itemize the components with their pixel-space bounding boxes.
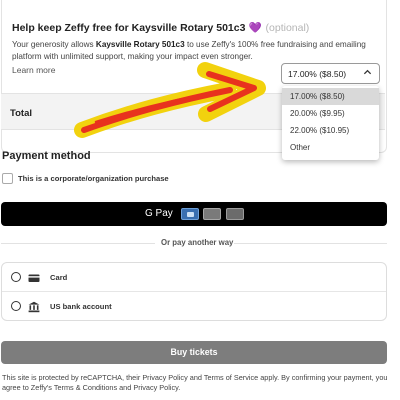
pay-another-way-divider: Or pay another way bbox=[0, 236, 387, 250]
gpay-label: G Pay bbox=[145, 208, 173, 219]
card-label: Card bbox=[50, 273, 68, 282]
buy-tickets-label: Buy tickets bbox=[170, 347, 218, 357]
card-radio[interactable] bbox=[11, 272, 21, 282]
total-label: Total bbox=[10, 108, 32, 119]
buy-tickets-button[interactable]: Buy tickets bbox=[1, 341, 387, 364]
corporate-checkbox[interactable] bbox=[2, 173, 13, 184]
zeffy-privacy-policy-link[interactable]: Privacy Policy bbox=[133, 383, 178, 392]
payment-options: Card US bank account bbox=[1, 262, 387, 321]
learn-more-link[interactable]: Learn more bbox=[12, 65, 55, 75]
legal-text-part: and bbox=[117, 383, 134, 392]
divider-line bbox=[1, 243, 155, 244]
divider-line bbox=[234, 243, 387, 244]
privacy-policy-link[interactable]: Privacy Policy bbox=[142, 373, 187, 382]
tip-option[interactable]: 22.00% ($10.95) bbox=[282, 122, 379, 139]
bank-icon bbox=[28, 300, 40, 313]
bank-radio[interactable] bbox=[11, 301, 21, 311]
payment-method-heading: Payment method bbox=[2, 150, 91, 162]
google-pay-button[interactable]: G Pay bbox=[1, 202, 387, 226]
chevron-up-icon bbox=[363, 68, 372, 79]
card-icon bbox=[203, 208, 221, 220]
legal-text-part: and bbox=[187, 373, 204, 382]
legal-text-part: . bbox=[178, 383, 181, 392]
tip-option[interactable]: 20.00% ($9.95) bbox=[282, 105, 379, 122]
tip-options-dropdown: 17.00% ($8.50) 20.00% ($9.95) 22.00% ($1… bbox=[282, 86, 379, 160]
card-icon bbox=[226, 208, 244, 220]
divider-text: Or pay another way bbox=[161, 238, 234, 247]
payment-option-card[interactable]: Card bbox=[2, 263, 386, 292]
terms-conditions-link[interactable]: Terms & Conditions bbox=[54, 383, 117, 392]
tip-percentage-select[interactable]: 17.00% ($8.50) bbox=[281, 63, 380, 84]
tip-option[interactable]: 17.00% ($8.50) bbox=[282, 88, 379, 105]
corporate-label: This is a corporate/organization purchas… bbox=[18, 174, 169, 183]
legal-text-part: This site is protected by reCAPTCHA, the… bbox=[2, 373, 143, 382]
tip-title: Help keep Zeffy free for Kaysville Rotar… bbox=[12, 21, 309, 34]
tip-desc-pre: Your generosity allows bbox=[12, 40, 96, 49]
amex-card-icon bbox=[181, 208, 199, 220]
tip-description: Your generosity allows Kaysville Rotary … bbox=[12, 39, 382, 62]
legal-text: This site is protected by reCAPTCHA, the… bbox=[2, 373, 394, 393]
heart-icon: 💜 bbox=[248, 22, 262, 34]
tip-desc-org: Kaysville Rotary 501c3 bbox=[95, 40, 185, 49]
terms-of-service-link[interactable]: Terms of Service bbox=[204, 373, 258, 382]
tip-selected-value: 17.00% ($8.50) bbox=[288, 69, 347, 79]
payment-option-bank[interactable]: US bank account bbox=[2, 292, 386, 321]
credit-card-icon bbox=[28, 271, 40, 283]
bank-label: US bank account bbox=[50, 302, 112, 311]
tip-option[interactable]: Other bbox=[282, 139, 379, 156]
optional-label: (optional) bbox=[265, 22, 310, 34]
tip-title-text: Help keep Zeffy free for Kaysville Rotar… bbox=[12, 22, 246, 34]
